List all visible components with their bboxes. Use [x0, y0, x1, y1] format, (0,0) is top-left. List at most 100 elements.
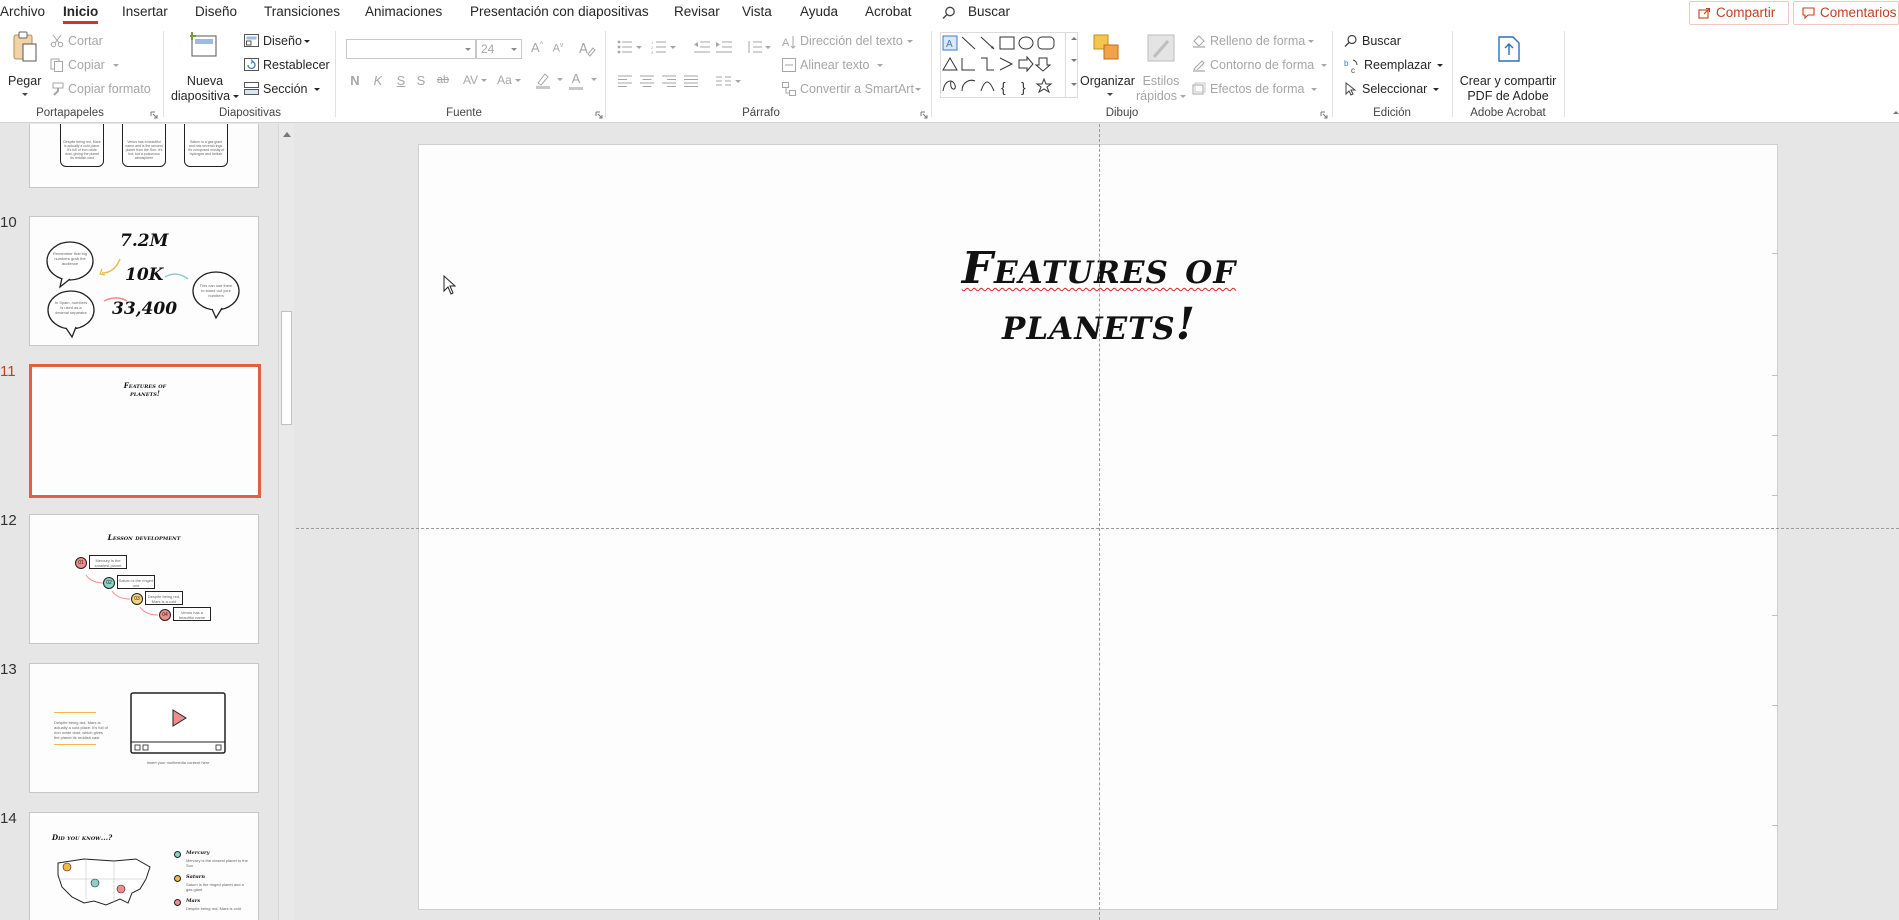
slide-number-12: 12 [0, 512, 17, 529]
slide-thumbnail-10[interactable]: Remember that big numbers grab the audie… [29, 216, 259, 346]
thumbnail-scrollbar[interactable] [278, 124, 294, 920]
font-group-label: Fuente [446, 107, 482, 119]
font-launcher-icon[interactable] [595, 111, 603, 119]
slide-14-heading-1: Mercury [186, 850, 210, 856]
tab-presentacion[interactable]: Presentación con diapositivas [470, 0, 649, 25]
new-slide-button[interactable]: Nueva diapositiva [170, 31, 240, 103]
bullets-icon[interactable] [617, 40, 643, 54]
shadow-button[interactable]: S [414, 73, 428, 88]
font-color-button[interactable]: A [568, 71, 598, 90]
ribbon-tab-bar: Archivo Inicio Insertar Diseño Transicio… [0, 0, 1899, 25]
highlight-button[interactable] [534, 71, 564, 89]
slide-12-num-4: 04 [159, 609, 171, 621]
slide-thumbnail-14[interactable]: Did you know...? Mercury Mercury is the … [29, 812, 259, 920]
shrink-font-button[interactable]: Av [550, 42, 566, 55]
numbering-icon[interactable]: 123 [651, 40, 677, 54]
slide-thumbnail-9[interactable]: Despite being red, Mars is actually a co… [29, 124, 259, 188]
decrease-indent-icon[interactable] [694, 40, 710, 54]
copy-dropdown-icon[interactable] [113, 64, 119, 67]
tab-inicio[interactable]: Inicio [63, 0, 99, 25]
align-center-icon[interactable] [640, 75, 654, 87]
layout-dropdown-icon[interactable] [304, 40, 310, 43]
align-text-icon [782, 58, 796, 72]
tab-diseno[interactable]: Diseño [195, 0, 237, 25]
slide-canvas[interactable]: Features of planets! [418, 144, 1778, 910]
shape-effects-label: Efectos de forma [1210, 82, 1305, 96]
share-label: Compartir [1716, 5, 1776, 20]
underline-button[interactable]: S [394, 73, 408, 88]
slide-thumbnail-12[interactable]: Lesson development 01 Mercury is the sma… [29, 514, 259, 644]
vertical-guide[interactable] [1099, 124, 1100, 920]
strikethrough-button[interactable]: ab [434, 74, 452, 86]
tab-transiciones[interactable]: Transiciones [264, 0, 340, 25]
tab-vista[interactable]: Vista [742, 0, 772, 25]
line-spacing-icon[interactable] [746, 40, 772, 54]
scroll-up-arrow-icon[interactable] [279, 127, 295, 141]
drawing-launcher-icon[interactable] [1320, 111, 1328, 119]
slide-13-rule-bottom [54, 744, 96, 745]
align-right-icon[interactable] [662, 75, 676, 87]
bold-button[interactable]: N [348, 73, 362, 88]
collapse-ribbon-icon[interactable] [1893, 111, 1899, 114]
section-dropdown-icon[interactable] [314, 88, 320, 91]
clipboard-group-label: Portapapeles [36, 107, 104, 119]
paste-dropdown-icon[interactable] [22, 93, 28, 96]
create-pdf-button[interactable]: Crear y compartir PDF de Adobe [1458, 31, 1558, 103]
tab-revisar[interactable]: Revisar [674, 0, 720, 25]
shape-outline-label: Contorno de forma [1210, 58, 1315, 72]
paste-button[interactable]: Pegar [6, 31, 42, 101]
shapes-gallery-scroll[interactable] [1065, 33, 1077, 97]
italic-button[interactable]: K [371, 73, 385, 88]
shapes-gallery-icons: A { } [942, 35, 1055, 95]
drawing-group-label: Dibujo [1105, 107, 1139, 119]
format-painter-label: Copiar formato [68, 82, 151, 96]
tab-ayuda[interactable]: Ayuda [800, 0, 838, 25]
font-name-combobox[interactable] [346, 39, 476, 59]
svg-text:A: A [579, 42, 588, 57]
grow-font-button[interactable]: A^ [528, 40, 546, 55]
acrobat-group-label: Adobe Acrobat [1470, 107, 1546, 119]
copy-label: Copiar [68, 58, 105, 72]
tab-insertar[interactable]: Insertar [122, 0, 168, 25]
slide-12-text-2: Saturn is the ringed one [117, 575, 155, 589]
change-case-button[interactable]: Aa [492, 73, 526, 87]
slide-thumbnail-13[interactable]: Despite being red, Mars is actually a co… [29, 663, 259, 793]
align-left-icon[interactable] [618, 75, 632, 87]
text-direction-icon: A [782, 36, 796, 49]
highlighter-icon [536, 73, 550, 89]
character-spacing-button[interactable]: AV [458, 73, 492, 87]
columns-icon[interactable] [716, 75, 742, 87]
slide-editor: Features of planets! [296, 124, 1899, 920]
create-pdf-label-1: Crear y compartir [1459, 74, 1557, 88]
comments-button[interactable]: Comentarios [1793, 1, 1899, 25]
tab-acrobat[interactable]: Acrobat [865, 0, 912, 25]
tab-archivo[interactable]: Archivo [0, 0, 45, 25]
paint-bucket-icon [1193, 35, 1205, 48]
quick-styles-button[interactable]: Estilos rápidos [1136, 31, 1186, 103]
share-button[interactable]: Compartir [1689, 1, 1789, 25]
slide-14-dot-3 [174, 899, 181, 906]
replace-label: Reemplazar [1364, 58, 1432, 72]
ruler-tick [1772, 615, 1778, 616]
ruler-tick [1772, 825, 1778, 826]
font-size-value: 24 [481, 42, 495, 56]
clipboard-launcher-icon[interactable] [150, 111, 158, 119]
clear-format-icon[interactable]: A [578, 39, 596, 60]
svg-text:}: } [1021, 79, 1026, 95]
scrollbar-thumb[interactable] [281, 311, 292, 425]
horizontal-guide[interactable] [296, 528, 1899, 529]
search-icon [1344, 34, 1357, 47]
font-size-combobox[interactable]: 24 [476, 39, 522, 59]
slide-thumbnail-11[interactable]: Features of planets! [29, 364, 261, 498]
ruler-tick [1772, 705, 1778, 706]
slide-10-number-1: 7.2M [120, 231, 169, 251]
paragraph-launcher-icon[interactable] [920, 111, 928, 119]
arrange-button[interactable]: Organizar [1080, 31, 1135, 101]
tab-animaciones[interactable]: Animaciones [365, 0, 442, 25]
section-icon [244, 82, 259, 95]
shapes-gallery[interactable]: A { } [940, 32, 1078, 98]
new-slide-label-2-wrap: diapositiva [170, 89, 240, 104]
mouse-cursor-icon [443, 275, 457, 295]
justify-icon[interactable] [684, 75, 698, 87]
increase-indent-icon[interactable] [716, 40, 732, 54]
